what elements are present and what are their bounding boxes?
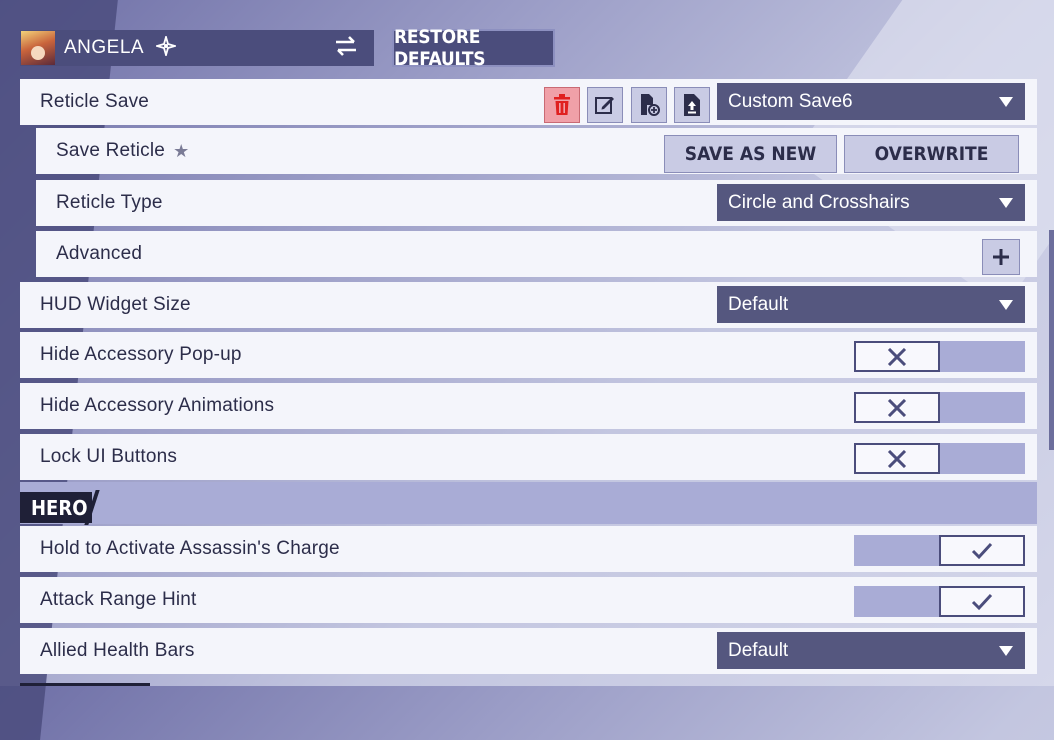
reticle-type-label: Reticle Type <box>56 192 163 213</box>
row-hold-to-activate: Hold to Activate Assassin's Charge <box>20 526 1037 572</box>
hero-name: ANGELA <box>64 37 145 58</box>
plus-icon <box>993 249 1009 265</box>
toggle-knob <box>854 341 940 372</box>
x-icon <box>887 398 907 417</box>
hold-to-activate-toggle[interactable] <box>854 535 1025 566</box>
row-save-reticle: Save Reticle ★ SAVE AS NEW OVERWRITE <box>36 128 1037 174</box>
hide-accessory-popup-label: Hide Accessory Pop-up <box>40 344 242 365</box>
row-hide-accessory-animations: Hide Accessory Animations <box>20 383 1037 429</box>
save-as-new-button[interactable]: SAVE AS NEW <box>664 135 837 173</box>
dropdown-arrow-icon <box>999 300 1013 310</box>
hide-accessory-popup-toggle[interactable] <box>854 341 1025 372</box>
allied-health-bars-label: Allied Health Bars <box>40 640 195 661</box>
star-icon: ★ <box>173 140 190 161</box>
row-reticle-save: Reticle Save Custom Save6 <box>20 79 1037 125</box>
row-reticle-type: Reticle Type Circle and Crosshairs <box>36 180 1037 226</box>
advanced-label: Advanced <box>56 243 143 264</box>
toggle-knob <box>854 392 940 423</box>
export-button[interactable] <box>674 87 710 123</box>
hud-widget-size-dropdown[interactable]: Default <box>717 286 1025 323</box>
hero-section-band <box>20 482 1037 524</box>
hud-widget-size-value: Default <box>728 293 789 315</box>
hold-to-activate-label: Hold to Activate Assassin's Charge <box>40 538 340 559</box>
dropdown-arrow-icon <box>999 97 1013 107</box>
hero-section-title: HERO <box>20 492 92 523</box>
row-hide-accessory-popup: Hide Accessory Pop-up <box>20 332 1037 378</box>
hide-accessory-animations-toggle[interactable] <box>854 392 1025 423</box>
rename-button[interactable] <box>587 87 623 123</box>
edit-icon <box>595 97 614 114</box>
attack-range-hint-label: Attack Range Hint <box>40 589 197 610</box>
toggle-knob <box>854 443 940 474</box>
toggle-knob <box>939 586 1025 617</box>
hero-portrait <box>21 31 55 65</box>
upload-icon <box>684 94 700 116</box>
hide-accessory-animations-label: Hide Accessory Animations <box>40 395 275 416</box>
reticle-save-label: Reticle Save <box>40 91 150 112</box>
row-advanced: Advanced <box>36 231 1037 277</box>
reticle-save-value: Custom Save6 <box>728 90 853 112</box>
attack-range-hint-toggle[interactable] <box>854 586 1025 617</box>
lock-ui-buttons-label: Lock UI Buttons <box>40 446 178 467</box>
check-icon <box>971 593 993 610</box>
swap-arrows-icon[interactable] <box>334 35 358 62</box>
reticle-type-dropdown[interactable]: Circle and Crosshairs <box>717 184 1025 221</box>
x-icon <box>887 449 907 468</box>
save-reticle-label: Save Reticle <box>56 140 166 161</box>
allied-health-bars-dropdown[interactable]: Default <box>717 632 1025 669</box>
lock-ui-buttons-toggle[interactable] <box>854 443 1025 474</box>
row-hud-widget-size: HUD Widget Size Default <box>20 282 1037 328</box>
trash-icon <box>554 94 570 115</box>
sparkle-icon <box>153 33 179 61</box>
check-icon <box>971 542 993 559</box>
row-attack-range-hint: Attack Range Hint <box>20 577 1037 623</box>
hud-widget-size-label: HUD Widget Size <box>40 294 191 315</box>
reticle-save-dropdown[interactable]: Custom Save6 <box>717 83 1025 120</box>
row-lock-ui-buttons: Lock UI Buttons <box>20 434 1037 480</box>
row-allied-health-bars: Allied Health Bars Default <box>20 628 1037 674</box>
overwrite-button[interactable]: OVERWRITE <box>844 135 1019 173</box>
scrollbar[interactable] <box>1049 230 1054 450</box>
import-button[interactable] <box>631 87 667 123</box>
delete-button[interactable] <box>544 87 580 123</box>
dropdown-arrow-icon <box>999 646 1013 656</box>
expand-advanced-button[interactable] <box>982 239 1020 275</box>
allied-health-bars-value: Default <box>728 639 789 661</box>
hero-selector[interactable]: ANGELA <box>20 30 374 66</box>
file-add-icon <box>641 94 660 116</box>
dropdown-arrow-icon <box>999 198 1013 208</box>
x-icon <box>887 347 907 366</box>
reticle-type-value: Circle and Crosshairs <box>728 191 910 213</box>
toggle-knob <box>939 535 1025 566</box>
restore-defaults-button[interactable]: RESTORE DEFAULTS <box>392 26 555 70</box>
